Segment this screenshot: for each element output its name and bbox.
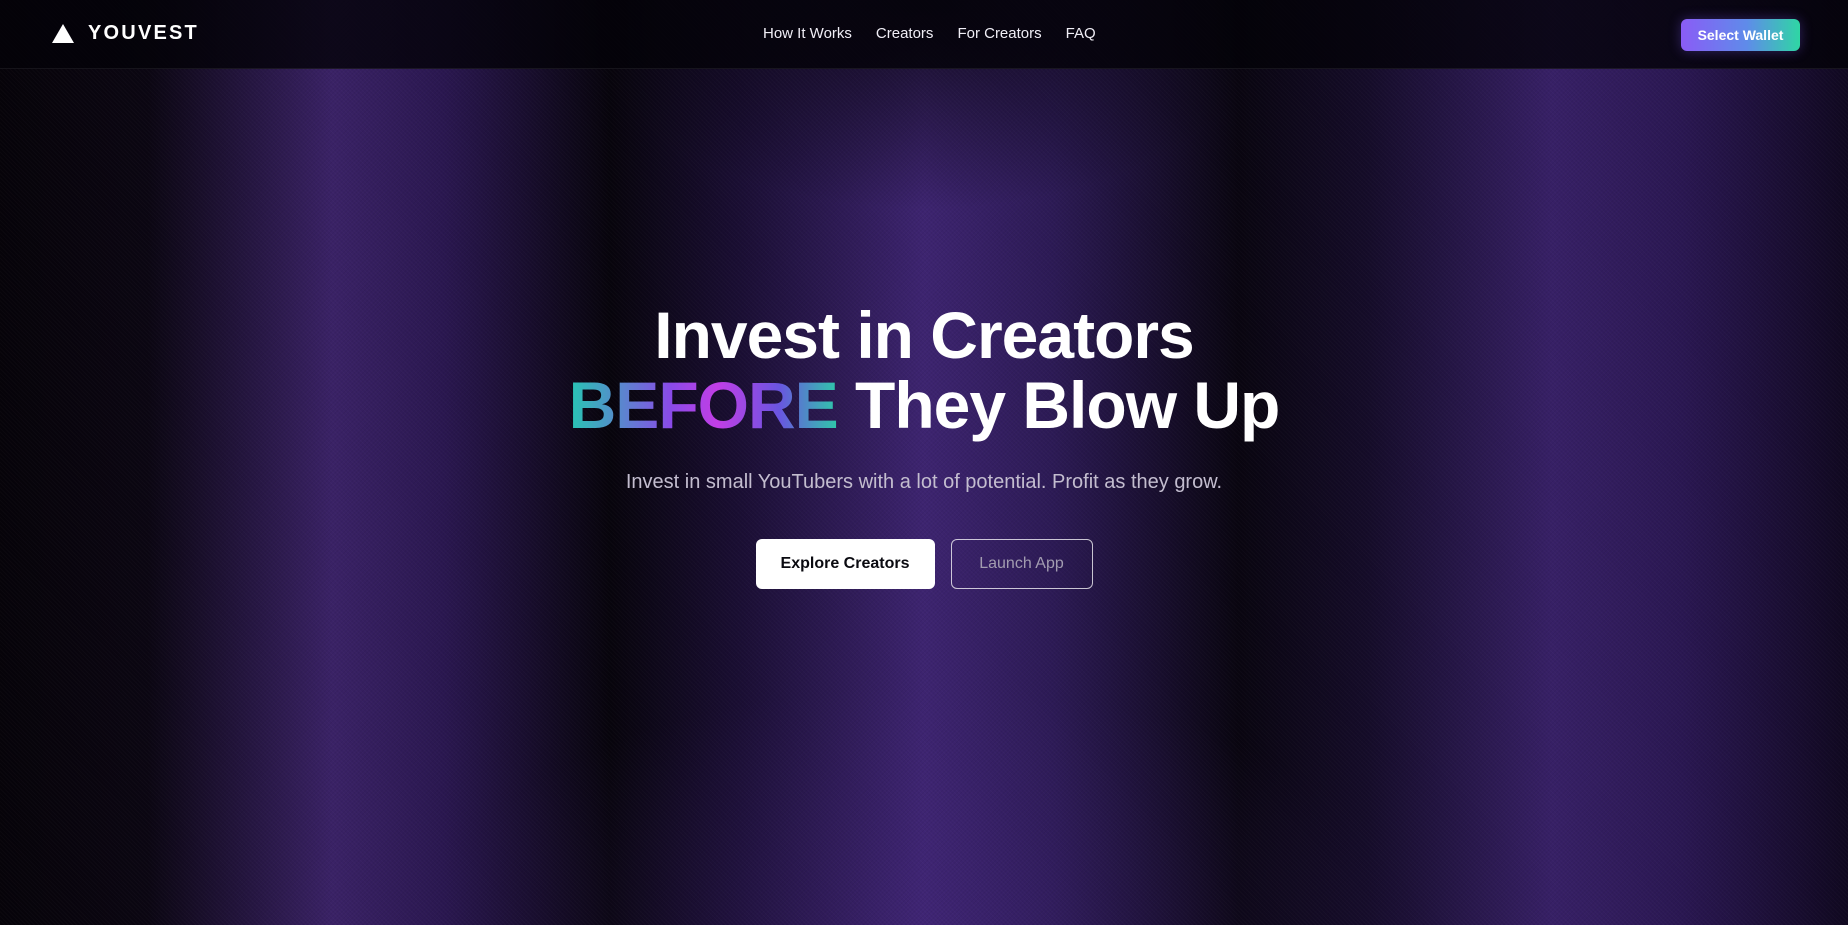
hero-title: Invest in Creators BEFORE They Blow Up [0, 300, 1848, 440]
nav-link-creators[interactable]: Creators [876, 25, 934, 42]
select-wallet-button[interactable]: Select Wallet [1681, 19, 1800, 51]
brand-name: YOUVEST [88, 22, 199, 44]
hero-actions: Explore Creators Launch App [0, 539, 1848, 589]
brand-logo-link[interactable]: YOUVEST [52, 22, 199, 45]
hero-title-line-1: Invest in Creators [654, 298, 1195, 372]
hero-title-line-2: BEFORE They Blow Up [0, 370, 1848, 440]
main-nav: How It Works Creators For Creators FAQ [763, 25, 1096, 42]
nav-link-for-creators[interactable]: For Creators [957, 25, 1041, 42]
triangle-logo-icon [52, 24, 74, 43]
launch-app-button[interactable]: Launch App [950, 539, 1093, 589]
hero-section: Invest in Creators BEFORE They Blow Up I… [0, 300, 1848, 589]
hero-title-highlight: BEFORE [568, 368, 839, 442]
nav-link-faq[interactable]: FAQ [1066, 25, 1096, 42]
top-navbar: YOUVEST How It Works Creators For Creato… [0, 0, 1848, 69]
explore-creators-button[interactable]: Explore Creators [755, 539, 935, 589]
hero-title-line-2-rest: They Blow Up [837, 368, 1280, 442]
landing-page: YOUVEST How It Works Creators For Creato… [0, 0, 1848, 925]
nav-link-how-it-works[interactable]: How It Works [763, 25, 852, 42]
hero-subtitle: Invest in small YouTubers with a lot of … [625, 471, 1223, 493]
